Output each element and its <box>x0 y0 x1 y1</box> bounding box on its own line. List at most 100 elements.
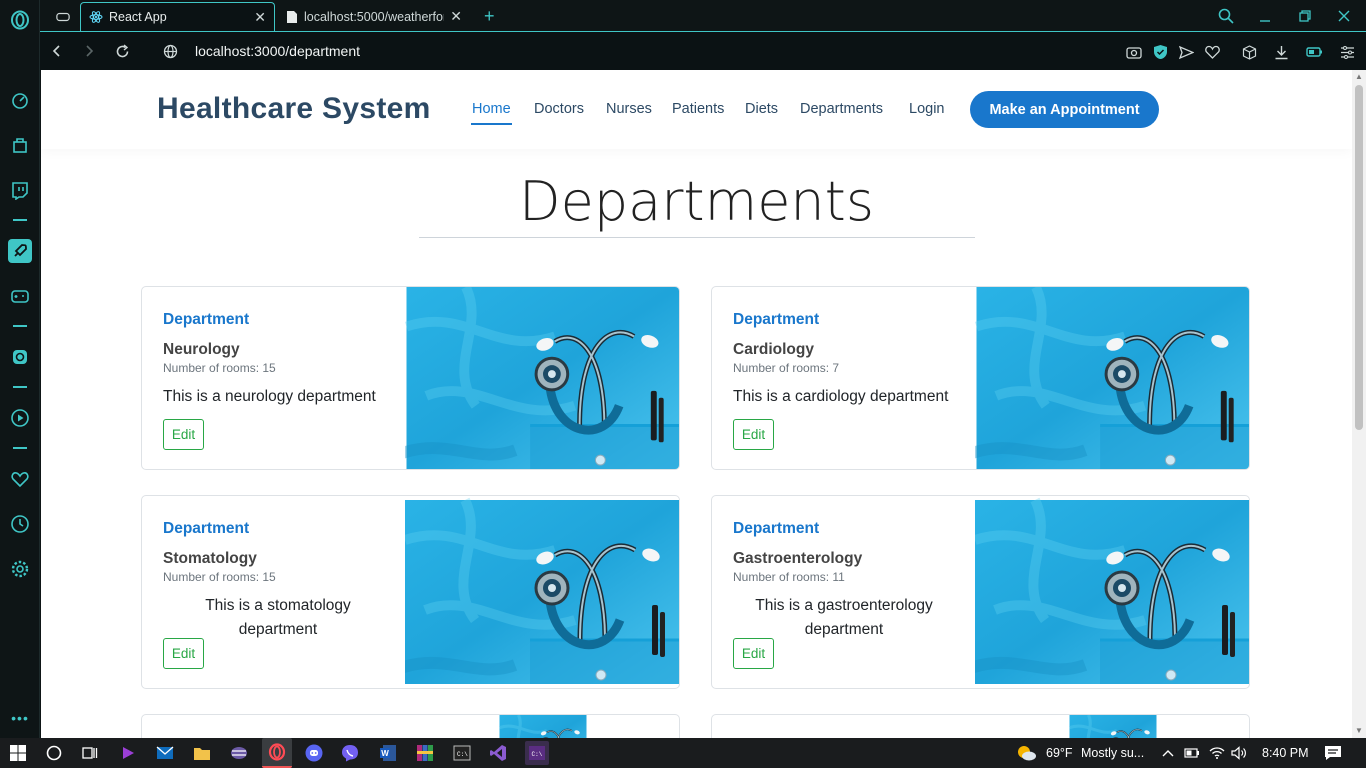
speed-dial-icon[interactable] <box>8 88 32 112</box>
nav-login[interactable]: Login <box>909 101 944 117</box>
edit-button[interactable]: Edit <box>163 638 204 669</box>
tab-strip: React App ✕ localhost:5000/weatherfore ✕… <box>40 0 1366 31</box>
nav-departments[interactable]: Departments <box>800 101 883 117</box>
bookmark-heart-icon[interactable] <box>1203 43 1221 61</box>
weather-partly-sunny-icon[interactable] <box>1015 743 1037 763</box>
close-window-icon[interactable] <box>1334 6 1354 26</box>
scroll-up-icon[interactable]: ▲ <box>1355 73 1363 81</box>
back-icon[interactable] <box>48 42 66 60</box>
nav-nurses[interactable]: Nurses <box>606 101 652 117</box>
notifications-icon[interactable] <box>1323 743 1343 763</box>
page-viewport: Healthcare System Home Doctors Nurses Pa… <box>41 70 1352 738</box>
workspace-icon[interactable] <box>48 2 78 31</box>
terminal-icon[interactable]: C:\ <box>452 743 472 763</box>
sidebar-divider <box>13 447 27 449</box>
site-header: Healthcare System Home Doctors Nurses Pa… <box>41 70 1352 149</box>
stethoscope-image <box>405 287 680 469</box>
game-controller-icon[interactable] <box>8 284 32 308</box>
task-view-icon[interactable] <box>80 743 100 763</box>
svg-text:W: W <box>381 749 389 758</box>
department-card: Department Stomatology Number of rooms: … <box>141 495 680 689</box>
scroll-down-icon[interactable]: ▼ <box>1355 727 1363 735</box>
discord-icon[interactable] <box>304 743 324 763</box>
make-appointment-button[interactable]: Make an Appointment <box>970 91 1159 128</box>
sidebar-divider <box>13 219 27 221</box>
search-circle-icon[interactable] <box>44 743 64 763</box>
tray-chevron-up-icon[interactable] <box>1158 743 1178 763</box>
clock-time[interactable]: 8:40 PM <box>1262 746 1309 760</box>
viber-icon[interactable] <box>340 743 360 763</box>
vpn-shield-icon[interactable] <box>1151 43 1169 61</box>
weather-temp[interactable]: 69°F <box>1046 746 1073 760</box>
page-scrollbar[interactable]: ▲ ▼ <box>1352 70 1366 738</box>
tab-react-app[interactable]: React App ✕ <box>80 2 275 31</box>
close-tab-icon[interactable]: ✕ <box>254 9 266 26</box>
download-icon[interactable] <box>1272 43 1290 61</box>
scroll-thumb[interactable] <box>1355 85 1363 430</box>
url-field[interactable]: localhost:3000/department <box>195 43 360 59</box>
new-tab-plus-icon[interactable]: + <box>476 2 500 31</box>
opera-logo-icon[interactable] <box>8 8 32 32</box>
windows-taskbar: W C:\ C:\ 69°F Mostly su... 8:40 PM <box>0 738 1366 768</box>
database-tool-icon[interactable] <box>229 743 249 763</box>
minimize-icon[interactable] <box>1255 6 1275 26</box>
extensions-cube-icon[interactable] <box>1240 43 1258 61</box>
department-card: Department Gastroenterology Number of ro… <box>711 495 1250 689</box>
battery-icon[interactable] <box>1182 743 1202 763</box>
department-card: Department Neurology Number of rooms: 15… <box>141 286 680 470</box>
edit-button[interactable]: Edit <box>163 419 204 450</box>
nav-active-underline <box>471 123 512 125</box>
heart-icon[interactable] <box>8 467 32 491</box>
edit-button[interactable]: Edit <box>733 419 774 450</box>
mail-icon[interactable] <box>155 743 175 763</box>
stethoscope-image <box>405 496 680 688</box>
media-player-icon[interactable] <box>118 743 138 763</box>
winrar-icon[interactable] <box>415 743 435 763</box>
camera-snapshot-icon[interactable] <box>1125 43 1143 61</box>
department-name: Neurology <box>163 341 240 358</box>
card-kicker: Department <box>163 311 250 328</box>
department-name: Stomatology <box>163 550 257 567</box>
close-tab-icon[interactable]: ✕ <box>450 8 462 25</box>
visual-studio-icon[interactable] <box>488 743 508 763</box>
twitch-icon[interactable] <box>8 178 32 202</box>
volume-icon[interactable] <box>1229 743 1249 763</box>
instagram-icon[interactable] <box>8 345 32 369</box>
history-clock-icon[interactable] <box>8 512 32 536</box>
rocket-icon[interactable] <box>8 239 32 263</box>
nav-doctors[interactable]: Doctors <box>534 101 584 117</box>
settings-gear-icon[interactable] <box>8 557 32 581</box>
search-tabs-icon[interactable] <box>1216 6 1236 26</box>
department-rooms: Number of rooms: 15 <box>163 361 276 375</box>
restore-icon[interactable] <box>1295 6 1315 26</box>
react-logo-icon <box>89 11 103 23</box>
globe-icon[interactable] <box>161 42 179 60</box>
weather-text[interactable]: Mostly su... <box>1081 746 1144 760</box>
player-icon[interactable] <box>8 406 32 430</box>
site-brand[interactable]: Healthcare System <box>157 92 431 126</box>
department-rooms: Number of rooms: 7 <box>733 361 840 375</box>
file-explorer-icon[interactable] <box>192 743 212 763</box>
forward-icon[interactable] <box>80 42 98 60</box>
department-description: This is a stomatology department <box>205 597 351 638</box>
nav-diets[interactable]: Diets <box>745 101 778 117</box>
more-dots-icon[interactable]: ••• <box>8 706 32 730</box>
nav-home[interactable]: Home <box>472 101 511 117</box>
battery-saver-icon[interactable] <box>1305 43 1323 61</box>
easy-setup-icon[interactable] <box>1338 43 1356 61</box>
word-icon[interactable]: W <box>378 743 398 763</box>
reload-icon[interactable] <box>113 42 131 60</box>
wifi-icon[interactable] <box>1207 743 1227 763</box>
svg-text:C:\: C:\ <box>457 751 468 758</box>
shopping-icon[interactable] <box>8 133 32 157</box>
windows-start-icon[interactable] <box>8 743 28 763</box>
tab-weatherforecast[interactable]: localhost:5000/weatherfore ✕ <box>278 2 470 31</box>
card-kicker: Department <box>163 520 250 537</box>
opera-taskbar-icon[interactable] <box>262 738 292 768</box>
department-description: This is a neurology department <box>163 388 376 405</box>
edit-button[interactable]: Edit <box>733 638 774 669</box>
nav-patients[interactable]: Patients <box>672 101 724 117</box>
page-title: Departments <box>519 170 874 233</box>
console-icon[interactable]: C:\ <box>525 741 549 765</box>
send-icon[interactable] <box>1177 43 1195 61</box>
